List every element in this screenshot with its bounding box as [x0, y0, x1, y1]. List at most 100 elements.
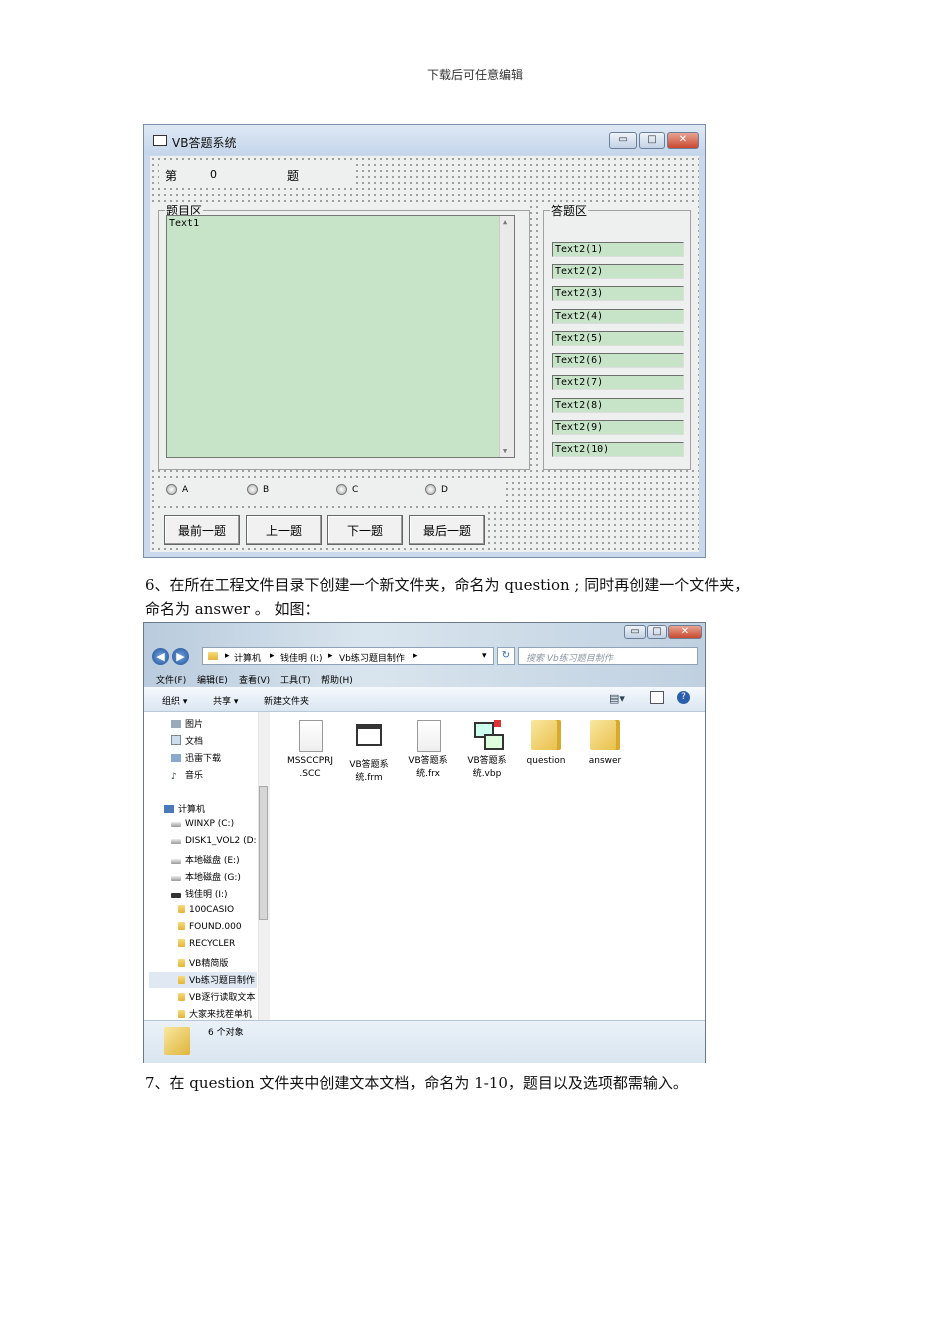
back-icon[interactable]: ◀: [152, 648, 169, 665]
nav-item[interactable]: 图片: [171, 717, 203, 730]
answer-textbox[interactable]: Text2(2): [552, 264, 684, 279]
pictures-icon: [171, 720, 181, 728]
menu-file[interactable]: 文件(F): [156, 673, 186, 686]
answer-textbox[interactable]: Text2(9): [552, 420, 684, 435]
folder-item-answer[interactable]: answer: [579, 720, 631, 768]
documents-icon: [171, 735, 181, 745]
answer-textbox[interactable]: Text2(7): [552, 375, 684, 390]
view-options-icon[interactable]: ▤▾: [609, 692, 625, 705]
download-icon: [171, 754, 181, 762]
scroll-down-icon: ▼: [503, 447, 508, 455]
nav-item[interactable]: WINXP (C:): [171, 819, 234, 829]
nav-item[interactable]: 100CASIO: [178, 905, 234, 915]
q-number: 0: [210, 168, 217, 181]
nav-item[interactable]: DISK1_VOL2 (D:: [171, 836, 257, 846]
forward-icon[interactable]: ▶: [172, 648, 189, 665]
answer-textbox[interactable]: Text2(6): [552, 353, 684, 368]
option-c-radio[interactable]: C: [336, 480, 358, 500]
breadcrumb-sep-icon: ▸: [225, 651, 230, 661]
nav-item[interactable]: RECYCLER: [178, 939, 235, 949]
nav-item[interactable]: 钱佳明 (I:): [171, 887, 228, 900]
file-item[interactable]: MSSCCPRJ .SCC: [284, 720, 336, 781]
search-input[interactable]: 搜索 Vb练习题目制作: [518, 647, 698, 665]
file-name-line2: 统.frm: [355, 773, 383, 783]
options-row: A B C D: [158, 478, 504, 503]
folder-icon: [590, 720, 620, 752]
nav-item[interactable]: 本地磁盘 (G:): [171, 870, 241, 883]
nav-scroll-thumb[interactable]: [259, 786, 268, 920]
close-button[interactable]: ✕: [668, 625, 702, 639]
maximize-button[interactable]: □: [647, 625, 667, 639]
minimize-button[interactable]: ▭: [609, 132, 637, 149]
para-7: 7、在 question 文件夹中创建文本文档，命名为 1-10，题目以及选项都…: [145, 1074, 688, 1092]
answer-group-label: 答题区: [550, 202, 589, 219]
question-scrollbar[interactable]: ▲ ▼: [499, 216, 514, 457]
file-name-line2: 统.vbp: [472, 769, 502, 779]
folder-item-question[interactable]: question: [520, 720, 572, 768]
organize-button[interactable]: 组织 ▾: [162, 694, 187, 707]
answer-textbox[interactable]: Text2(4): [552, 309, 684, 324]
option-a-radio[interactable]: A: [166, 480, 188, 500]
file-item[interactable]: VB答题系 统.frx: [402, 720, 454, 781]
close-button[interactable]: ✕: [667, 132, 699, 149]
question-textbox[interactable]: Text1 ▲ ▼: [166, 215, 515, 458]
nav-item[interactable]: FOUND.000: [178, 922, 242, 932]
minimize-button[interactable]: ▭: [624, 625, 646, 639]
question-text: Text1: [169, 218, 200, 229]
nav-item[interactable]: ♪ 音乐: [171, 768, 203, 782]
preview-pane-icon[interactable]: [650, 691, 664, 704]
command-bar: 组织 ▾ 共享 ▾ 新建文件夹 ▤▾ ?: [144, 687, 705, 712]
menu-edit[interactable]: 编辑(E): [197, 673, 228, 686]
breadcrumb-sep-icon: ▸: [413, 651, 418, 661]
option-label: D: [441, 485, 448, 495]
last-question-button[interactable]: 最后一题: [409, 515, 485, 545]
file-item[interactable]: VB答题系 统.vbp: [461, 720, 513, 781]
menu-view[interactable]: 查看(V): [239, 673, 270, 686]
share-button[interactable]: 共享 ▾: [213, 694, 238, 707]
next-question-button[interactable]: 下一题: [327, 515, 403, 545]
file-name: answer: [588, 756, 622, 766]
first-question-button[interactable]: 最前一题: [164, 515, 240, 545]
breadcrumb-computer[interactable]: 计算机: [234, 651, 261, 664]
breadcrumb-drive[interactable]: 钱佳明 (I:): [280, 651, 323, 664]
maximize-button[interactable]: □: [639, 132, 665, 149]
nav-item-selected[interactable]: Vb练习题目制作: [178, 973, 255, 986]
explorer-window: ▭ □ ✕ ◀ ▶ ▸ 计算机 ▸ 钱佳明 (I:) ▸ Vb练习题目制作 ▸ …: [143, 622, 706, 1063]
file-name: question: [526, 756, 566, 766]
option-d-radio[interactable]: D: [425, 480, 448, 500]
option-b-radio[interactable]: B: [247, 480, 269, 500]
nav-item[interactable]: 本地磁盘 (E:): [171, 853, 240, 866]
answer-textbox[interactable]: Text2(3): [552, 286, 684, 301]
address-bar[interactable]: ▸ 计算机 ▸ 钱佳明 (I:) ▸ Vb练习题目制作 ▸ ▾: [202, 647, 494, 665]
menu-tools[interactable]: 工具(T): [280, 673, 311, 686]
help-icon[interactable]: ?: [677, 691, 690, 704]
nav-buttons-row: 最前一题 上一题 下一题 最后一题: [158, 512, 488, 548]
navigation-pane: 图片 文档 迅雷下载 ♪ 音乐 计算机 WINXP (C:) DISK1_VOL2…: [144, 712, 270, 1020]
address-dropdown-icon[interactable]: ▾: [482, 651, 487, 661]
prev-question-button[interactable]: 上一题: [246, 515, 322, 545]
folder-icon: [178, 993, 185, 1001]
folder-icon: [531, 720, 561, 752]
nav-item[interactable]: 文档: [171, 734, 203, 747]
answer-textbox[interactable]: Text2(1): [552, 242, 684, 257]
para-6-line1: 6、在所在工程文件目录下创建一个新文件夹，命名为 question ; 同时再创…: [145, 576, 750, 594]
folder-icon: [178, 1010, 185, 1018]
drive-icon: [171, 876, 181, 881]
nav-item[interactable]: 大家来找茬单机: [178, 1007, 258, 1020]
answer-textbox[interactable]: Text2(5): [552, 331, 684, 346]
nav-item[interactable]: VB逐行读取文本: [178, 990, 258, 1003]
menu-help[interactable]: 帮助(H): [321, 673, 353, 686]
breadcrumb-folder[interactable]: Vb练习题目制作: [339, 651, 405, 664]
answer-textbox[interactable]: Text2(10): [552, 442, 684, 457]
menu-bar: 文件(F) 编辑(E) 查看(V) 工具(T) 帮助(H): [144, 671, 705, 687]
nav-item[interactable]: 计算机: [164, 802, 205, 815]
refresh-icon[interactable]: ↻: [497, 647, 515, 665]
nav-item[interactable]: 迅雷下载: [171, 751, 221, 764]
file-item[interactable]: VB答题系 统.frm: [343, 720, 395, 785]
vb-form-window: VB答题系统 ▭ □ ✕ 第 0 题 题目区 Text1 ▲ ▼ 答题区 Tex…: [143, 124, 706, 558]
nav-item[interactable]: VB精简版: [178, 956, 228, 969]
radio-icon: [166, 484, 177, 495]
page-header: 下载后可任意编辑: [426, 68, 523, 82]
new-folder-button[interactable]: 新建文件夹: [264, 694, 309, 707]
answer-textbox[interactable]: Text2(8): [552, 398, 684, 413]
